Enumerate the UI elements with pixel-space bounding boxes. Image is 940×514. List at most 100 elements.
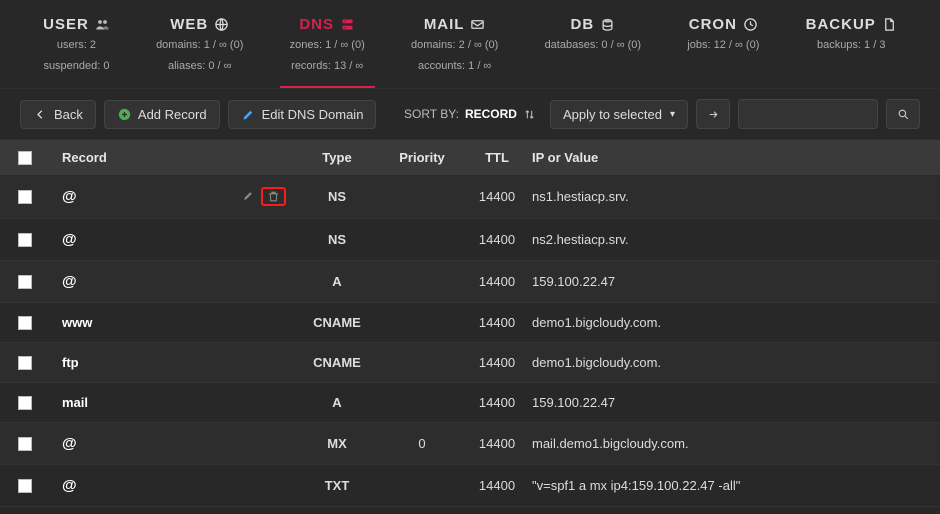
sort-by[interactable]: SORT BY: RECORD [404,107,536,121]
header-ttl: TTL [462,150,532,165]
table-row[interactable]: @ MX 0 14400 mail.demo1.bigcloudy.com. [0,423,940,465]
back-icon [33,107,48,122]
cell-ttl: 14400 [462,189,532,204]
cell-type: NS [292,232,382,247]
topnav-title-text: WEB [170,16,208,33]
file-icon [882,17,897,32]
pencil-icon [242,189,255,202]
delete-record-button[interactable] [261,187,286,206]
topnav-sub1: users: 2 [43,37,110,54]
cell-ttl: 14400 [462,315,532,330]
trash-icon [267,190,280,203]
cell-value: ns2.hestiacp.srv. [532,232,928,247]
row-checkbox[interactable] [18,437,32,451]
topnav-title-text: DNS [299,16,334,33]
cell-type: TXT [292,478,382,493]
toolbar: Back Add Record Edit DNS Domain SORT BY:… [0,88,940,140]
topnav-title-text: BACKUP [806,16,876,33]
pencil-icon [241,107,256,122]
topnav-title-text: USER [43,16,89,33]
cell-type: A [292,274,382,289]
topnav-sub2: suspended: 0 [43,58,110,75]
table-row[interactable]: @ NS 14400 ns1.hestiacp.srv. [0,175,940,219]
table-row[interactable]: www CNAME 14400 demo1.bigcloudy.com. [0,303,940,343]
cell-value: "v=spf1 a mx ip4:159.100.22.47 -all" [532,478,928,493]
table-row[interactable]: mail A 14400 159.100.22.47 [0,383,940,423]
cell-value: ns1.hestiacp.srv. [532,189,928,204]
cell-ttl: 14400 [462,274,532,289]
cell-value: mail.demo1.bigcloudy.com. [532,436,928,451]
dns-icon [340,17,355,32]
edit-dns-domain-button[interactable]: Edit DNS Domain [228,100,377,129]
row-checkbox[interactable] [18,356,32,370]
row-checkbox[interactable] [18,316,32,330]
table-row[interactable]: @ NS 14400 ns2.hestiacp.srv. [0,219,940,261]
chevron-down-icon: ▾ [670,109,675,120]
topnav-sub2: records: 13 / ∞ [290,58,365,75]
arrow-right-icon [707,108,720,121]
add-record-button[interactable]: Add Record [104,100,220,129]
top-navigation: USER users: 2 suspended: 0 WEB domains: … [0,0,940,88]
cell-record: @ [62,435,222,452]
table-row[interactable]: @ A 14400 159.100.22.47 [0,261,940,303]
topnav-mail[interactable]: MAIL domains: 2 / ∞ (0) accounts: 1 / ∞ [401,10,508,88]
sort-field: RECORD [465,107,517,121]
globe-icon [214,17,229,32]
cell-record: @ [62,188,222,205]
topnav-dns[interactable]: DNS zones: 1 / ∞ (0) records: 13 / ∞ [280,10,375,88]
clock-icon [743,17,758,32]
topnav-db[interactable]: DB databases: 0 / ∞ (0) [535,10,652,88]
cell-ttl: 14400 [462,232,532,247]
cell-type: CNAME [292,315,382,330]
topnav-sub2: aliases: 0 / ∞ [156,58,243,75]
cell-ttl: 14400 [462,436,532,451]
cell-priority: 0 [382,436,462,451]
table-row[interactable]: @ TXT 14400 "v=spf1 a mx ip4:159.100.22.… [0,465,940,507]
cell-ttl: 14400 [462,355,532,370]
cell-record: mail [62,395,222,410]
search-icon [897,108,910,121]
row-checkbox[interactable] [18,233,32,247]
select-all-checkbox[interactable] [18,151,32,165]
row-checkbox[interactable] [18,190,32,204]
table-header-row: Record Type Priority TTL IP or Value [0,140,940,175]
topnav-sub2: accounts: 1 / ∞ [411,58,498,75]
topnav-sub1: jobs: 12 / ∞ (0) [687,37,759,54]
edit-label: Edit DNS Domain [262,107,364,122]
topnav-sub1: zones: 1 / ∞ (0) [290,37,365,54]
cell-type: NS [292,189,382,204]
submit-action-button[interactable] [696,99,730,129]
topnav-cron[interactable]: CRON jobs: 12 / ∞ (0) [677,10,769,88]
cell-ttl: 14400 [462,395,532,410]
row-checkbox[interactable] [18,396,32,410]
sort-label: SORT BY: [404,107,459,121]
row-checkbox[interactable] [18,479,32,493]
cell-record: @ [62,231,222,248]
back-button[interactable]: Back [20,100,96,129]
topnav-user[interactable]: USER users: 2 suspended: 0 [33,10,120,88]
topnav-web[interactable]: WEB domains: 1 / ∞ (0) aliases: 0 / ∞ [146,10,253,88]
topnav-backup[interactable]: BACKUP backups: 1 / 3 [796,10,907,88]
cell-record: ftp [62,355,222,370]
apply-to-selected-dropdown[interactable]: Apply to selected ▾ [550,100,688,129]
records-table: Record Type Priority TTL IP or Value @ N… [0,140,940,507]
edit-record-button[interactable] [242,187,255,206]
plus-icon [117,107,132,122]
add-label: Add Record [138,107,207,122]
topnav-sub1: domains: 1 / ∞ (0) [156,37,243,54]
cell-value: 159.100.22.47 [532,395,928,410]
sort-icon [523,108,536,121]
cell-type: CNAME [292,355,382,370]
cell-record: @ [62,477,222,494]
topnav-title-text: DB [570,16,594,33]
search-button[interactable] [886,99,920,129]
row-checkbox[interactable] [18,275,32,289]
table-row[interactable]: ftp CNAME 14400 demo1.bigcloudy.com. [0,343,940,383]
cell-ttl: 14400 [462,478,532,493]
row-actions [222,187,292,206]
search-input[interactable] [738,99,878,129]
db-icon [600,17,615,32]
back-label: Back [54,107,83,122]
topnav-title-text: CRON [689,16,737,33]
header-priority: Priority [382,150,462,165]
